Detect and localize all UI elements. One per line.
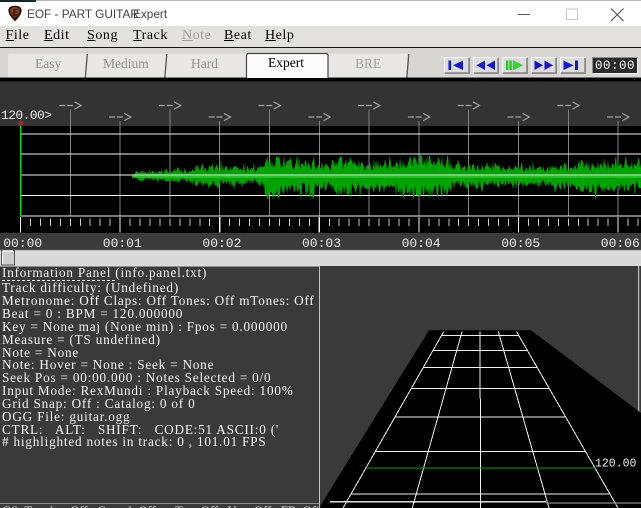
svg-text:00:01: 00:01 bbox=[103, 236, 142, 251]
svg-text:00:03: 00:03 bbox=[302, 236, 341, 251]
svg-text:120.00: 120.00 bbox=[595, 458, 637, 471]
svg-text:00:00: 00:00 bbox=[3, 236, 42, 251]
svg-text:00:05: 00:05 bbox=[501, 236, 540, 251]
svg-text:00:02: 00:02 bbox=[202, 236, 241, 251]
svg-text:00:06: 00:06 bbox=[601, 236, 640, 251]
svg-text:00:04: 00:04 bbox=[402, 236, 441, 251]
svg-text:120.00>: 120.00> bbox=[1, 108, 52, 123]
